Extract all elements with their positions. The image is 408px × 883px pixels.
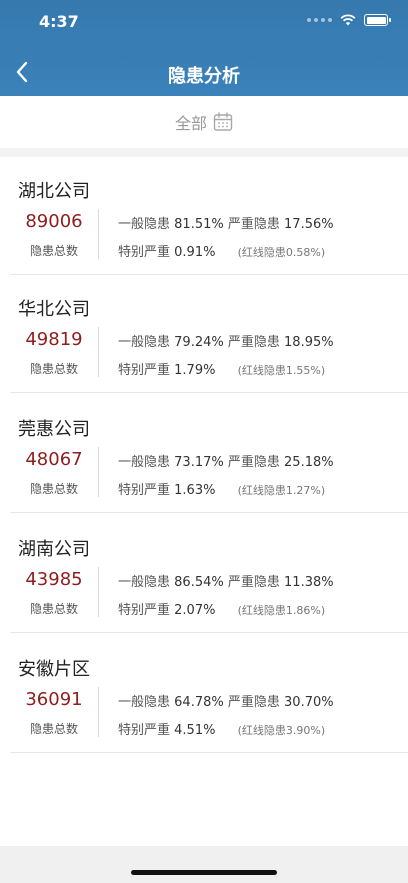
critical-label: 特别严重 (118, 363, 171, 378)
total-label: 隐患总数 (29, 602, 78, 616)
calendar-icon (213, 112, 233, 131)
total-box: 49819 隐患总数 (10, 327, 99, 377)
total-count: 48067 (25, 449, 83, 470)
bottom-bar (0, 846, 408, 883)
date-filter[interactable]: 全部 (0, 96, 408, 148)
critical-label: 特别严重 (118, 603, 171, 618)
total-box: 89006 隐患总数 (10, 209, 99, 259)
general-label: 一般隐患 (118, 335, 171, 350)
general-value: 86.54% (174, 575, 224, 590)
general-label: 一般隐患 (118, 217, 171, 232)
app-header: 4:37 隐患分析 (0, 0, 408, 96)
filter-label: 全部 (174, 114, 207, 133)
total-count: 36091 (25, 689, 83, 710)
divider (10, 632, 408, 633)
critical-value: 1.63% (174, 483, 216, 498)
company-name: 安徽片区 (18, 659, 90, 680)
total-label: 隐患总数 (29, 482, 78, 496)
company-name: 湖南公司 (18, 539, 90, 560)
company-name: 莞惠公司 (18, 419, 90, 440)
severity-line-1: 一般隐患 86.54% 严重隐患 11.38% (118, 571, 334, 590)
divider (10, 392, 408, 393)
general-label: 一般隐患 (118, 695, 171, 710)
company-name: 湖北公司 (18, 181, 90, 202)
general-value: 81.51% (174, 217, 224, 232)
total-count: 49819 (25, 329, 83, 350)
company-list: 湖北公司 89006 隐患总数 一般隐患 81.51% 严重隐患 17.56% … (0, 157, 408, 846)
general-label: 一般隐患 (118, 575, 171, 590)
critical-value: 1.79% (174, 363, 216, 378)
severity-line-1: 一般隐患 64.78% 严重隐患 30.70% (118, 691, 334, 710)
severity-line-1: 一般隐患 81.51% 严重隐患 17.56% (118, 213, 334, 232)
total-label: 隐患总数 (29, 362, 78, 376)
serious-value: 18.95% (284, 335, 334, 350)
redline-value: (红线隐患1.27%) (237, 484, 326, 497)
company-card[interactable]: 安徽片区 36091 隐患总数 一般隐患 64.78% 严重隐患 30.70% … (0, 635, 408, 753)
home-indicator[interactable] (131, 870, 277, 875)
critical-label: 特别严重 (118, 483, 171, 498)
redline-value: (红线隐患0.58%) (237, 246, 326, 259)
company-card[interactable]: 莞惠公司 48067 隐患总数 一般隐患 73.17% 严重隐患 25.18% … (0, 395, 408, 513)
general-value: 73.17% (174, 455, 224, 470)
battery-icon (364, 14, 391, 26)
signal-icon (307, 18, 332, 22)
serious-value: 25.18% (284, 455, 334, 470)
serious-value: 11.38% (284, 575, 334, 590)
total-box: 43985 隐患总数 (10, 567, 99, 617)
divider (10, 512, 408, 513)
general-label: 一般隐患 (118, 455, 171, 470)
total-label: 隐患总数 (29, 722, 78, 736)
redline-value: (红线隐患1.86%) (237, 604, 326, 617)
wifi-icon (340, 14, 356, 26)
total-count: 89006 (25, 211, 83, 232)
critical-label: 特别严重 (118, 723, 171, 738)
general-value: 64.78% (174, 695, 224, 710)
severity-line-1: 一般隐患 79.24% 严重隐患 18.95% (118, 331, 334, 350)
total-count: 43985 (25, 569, 83, 590)
company-card[interactable]: 湖北公司 89006 隐患总数 一般隐患 81.51% 严重隐患 17.56% … (0, 157, 408, 275)
total-label: 隐患总数 (29, 244, 78, 258)
company-card[interactable]: 华北公司 49819 隐患总数 一般隐患 79.24% 严重隐患 18.95% … (0, 275, 408, 393)
page-title: 隐患分析 (168, 66, 240, 87)
serious-value: 17.56% (284, 217, 334, 232)
severity-line-2: 特别严重 2.07% (红线隐患1.86%) (118, 599, 325, 618)
severity-line-2: 特别严重 1.79% (红线隐患1.55%) (118, 359, 325, 378)
total-box: 48067 隐患总数 (10, 447, 99, 497)
status-icons (307, 14, 391, 26)
company-name: 华北公司 (18, 299, 90, 320)
total-box: 36091 隐患总数 (10, 687, 99, 737)
serious-label: 严重隐患 (227, 217, 280, 232)
status-time: 4:37 (39, 12, 79, 31)
serious-label: 严重隐患 (227, 575, 280, 590)
severity-line-2: 特别严重 1.63% (红线隐患1.27%) (118, 479, 325, 498)
severity-line-2: 特别严重 4.51% (红线隐患3.90%) (118, 719, 325, 738)
serious-value: 30.70% (284, 695, 334, 710)
divider (10, 752, 408, 753)
serious-label: 严重隐患 (227, 455, 280, 470)
serious-label: 严重隐患 (227, 695, 280, 710)
critical-value: 0.91% (174, 245, 216, 260)
severity-line-1: 一般隐患 73.17% 严重隐患 25.18% (118, 451, 334, 470)
redline-value: (红线隐患3.90%) (237, 724, 326, 737)
critical-value: 4.51% (174, 723, 216, 738)
severity-line-2: 特别严重 0.91% (红线隐患0.58%) (118, 241, 325, 260)
critical-value: 2.07% (174, 603, 216, 618)
critical-label: 特别严重 (118, 245, 171, 260)
company-card[interactable]: 湖南公司 43985 隐患总数 一般隐患 86.54% 严重隐患 11.38% … (0, 515, 408, 633)
general-value: 79.24% (174, 335, 224, 350)
serious-label: 严重隐患 (227, 335, 280, 350)
redline-value: (红线隐患1.55%) (237, 364, 326, 377)
